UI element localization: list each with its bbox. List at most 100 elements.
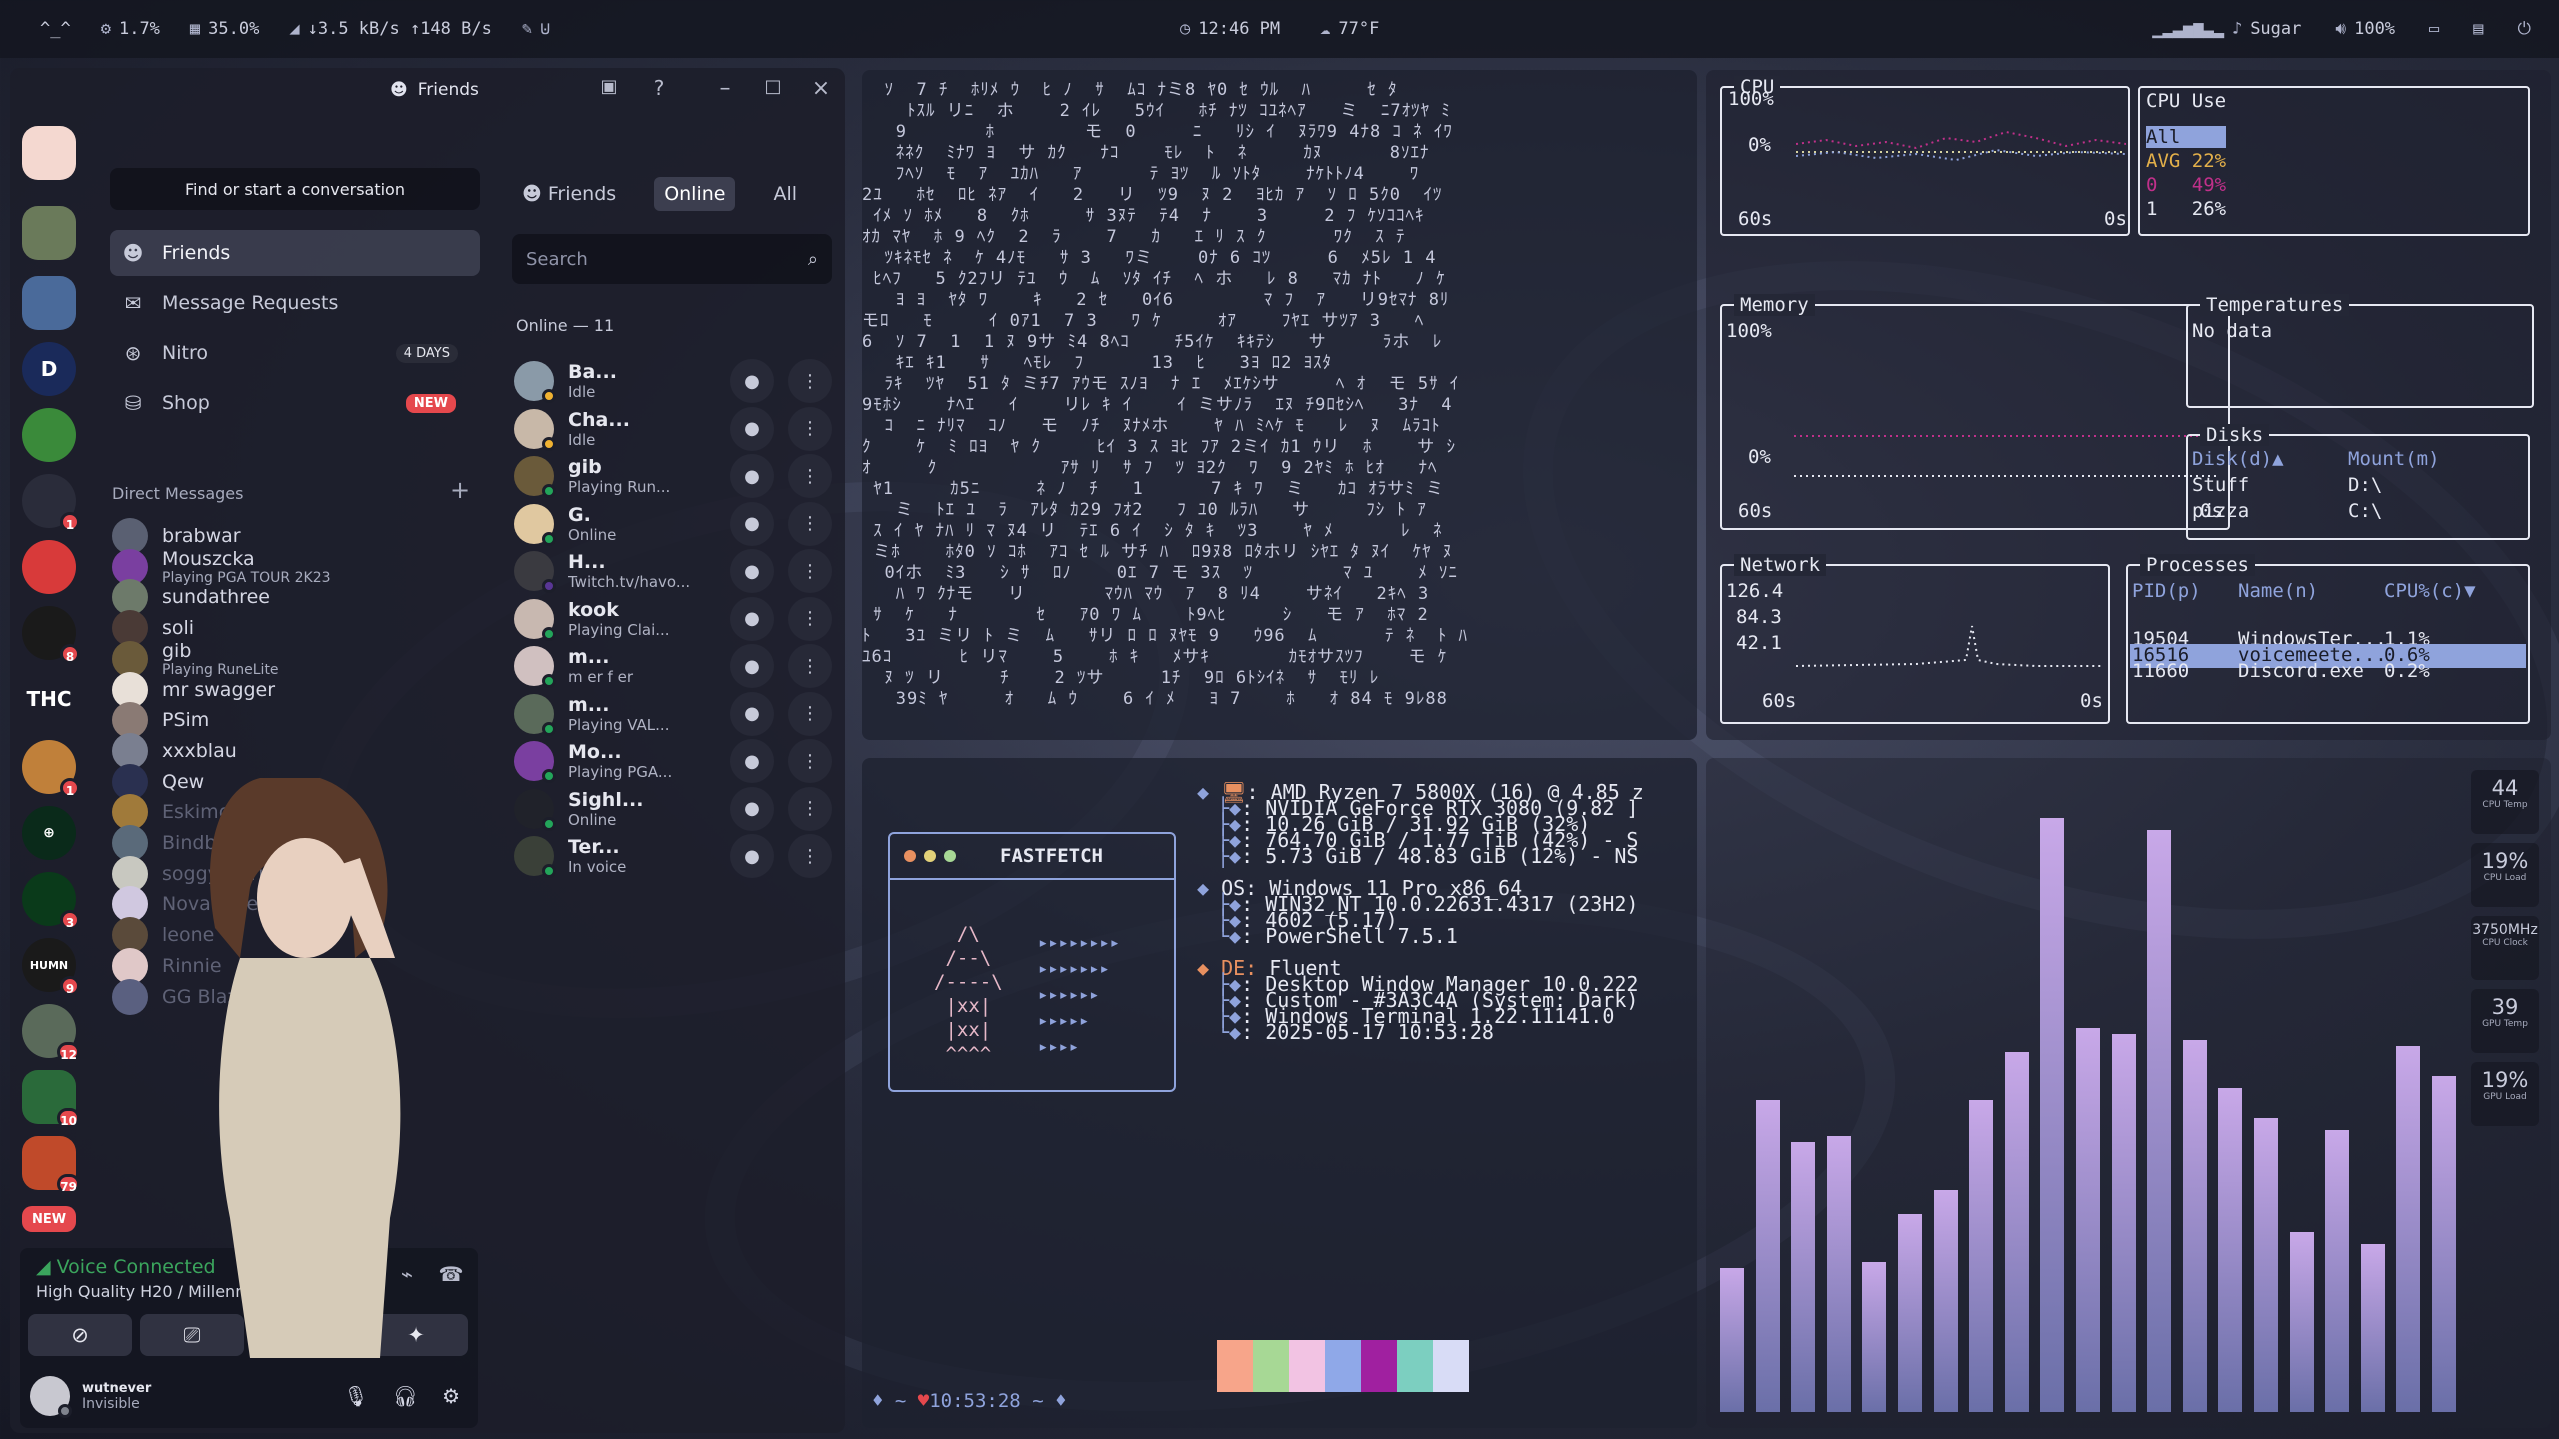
avatar[interactable] xyxy=(30,1376,72,1418)
media-widget[interactable]: ▁▂▃▅▆▃▂ ♪ Sugar xyxy=(2152,19,2301,39)
home-button[interactable] xyxy=(22,126,76,180)
tab-all[interactable]: All xyxy=(763,177,807,211)
hw-widget[interactable]: 19% GPU Load xyxy=(2471,1062,2539,1126)
hw-widget[interactable]: 3750MHz CPU Clock xyxy=(2471,916,2539,980)
more-options-icon[interactable]: ⋮ xyxy=(788,454,832,498)
maximize-button[interactable]: □ xyxy=(758,76,788,97)
ram-widget[interactable]: ▦ 35.0% xyxy=(190,19,259,39)
message-icon[interactable]: ● xyxy=(730,359,774,403)
headphones-icon[interactable]: 🎧︎ xyxy=(393,1384,418,1408)
server-icon[interactable]: 8 xyxy=(22,606,80,664)
server-icon[interactable] xyxy=(22,276,76,330)
shop-new-pill: NEW xyxy=(405,393,456,413)
disconnect-icon[interactable]: ☎ xyxy=(436,1262,466,1286)
server-folder[interactable]: 79 xyxy=(22,1136,80,1194)
weather-widget[interactable]: ☁ 77°F xyxy=(1320,19,1379,39)
server-icon[interactable]: 1 xyxy=(22,474,80,532)
server-icon[interactable]: THC xyxy=(22,672,76,726)
hw-widget[interactable]: 19% CPU Load xyxy=(2471,843,2539,907)
more-options-icon[interactable]: ⋮ xyxy=(788,359,832,403)
tab-friends[interactable]: ☻ Friends xyxy=(512,177,626,211)
more-options-icon[interactable]: ⋮ xyxy=(788,549,832,593)
disks-header-mount[interactable]: Mount(m) xyxy=(2348,448,2440,470)
more-options-icon[interactable]: ⋮ xyxy=(788,406,832,451)
server-icon[interactable]: 12 xyxy=(22,1004,80,1062)
network-axis-left: 60s xyxy=(1762,690,1797,712)
more-options-icon[interactable]: ⋮ xyxy=(788,596,832,641)
disks-header-disk[interactable]: Disk(d)▲ xyxy=(2192,448,2284,470)
add-dm-icon[interactable]: + xyxy=(450,476,470,504)
tab-online[interactable]: Online xyxy=(654,177,736,211)
message-icon[interactable]: ● xyxy=(730,454,774,498)
minimize-button[interactable]: – xyxy=(710,76,740,101)
server-icon[interactable]: ⊕ xyxy=(22,806,76,860)
memory-box: Memory 100% 0% 60s 0s xyxy=(1720,294,2230,530)
cpu-widget[interactable]: ⚙ 1.7% xyxy=(101,19,160,39)
hw-widget[interactable]: 44 CPU Temp xyxy=(2471,770,2539,834)
volume-widget[interactable]: 🔊︎ 100% xyxy=(2335,19,2395,39)
message-icon[interactable]: ● xyxy=(730,549,774,593)
new-badge[interactable]: NEW xyxy=(22,1206,76,1232)
more-options-icon[interactable]: ⋮ xyxy=(788,691,832,736)
server-icon[interactable] xyxy=(22,206,76,260)
clock-widget[interactable]: ◷ 12:46 PM xyxy=(1180,19,1280,39)
process-row[interactable]: 11660 Discord.exe 0.2% xyxy=(2130,660,2526,684)
visualizer-bar xyxy=(1969,1100,1994,1412)
message-icon[interactable]: ● xyxy=(730,501,774,546)
user-info[interactable]: wutnever Invisible xyxy=(82,1381,151,1412)
shell-prompt[interactable]: ♦ ~ ♥10:53:28 ~ ♦ xyxy=(872,1390,1067,1412)
close-button[interactable]: × xyxy=(806,76,836,101)
friend-row[interactable]: Ter... In voice ● ⋮ xyxy=(514,826,832,886)
tray-button[interactable]: ▤ xyxy=(2473,19,2483,39)
nav-shop[interactable]: ⛁ Shop NEW xyxy=(110,380,480,426)
help-icon[interactable]: ? xyxy=(644,76,674,100)
friend-info: gib Playing Run... xyxy=(568,456,716,496)
server-folder[interactable]: 10 xyxy=(22,1070,80,1128)
message-icon[interactable]: ● xyxy=(730,596,774,641)
network-widget[interactable]: ◢ ↓3.5 kB/s ↑148 B/s xyxy=(289,19,491,39)
friends-search-input[interactable]: Search ⌕ xyxy=(512,234,832,284)
edit-widget[interactable]: ✎ ⊍ xyxy=(522,19,551,39)
disk-name: pizza xyxy=(2192,500,2250,522)
more-options-icon[interactable]: ⋮ xyxy=(788,501,832,546)
signal-icon: ◢ xyxy=(36,1256,57,1278)
more-options-icon[interactable]: ⋮ xyxy=(788,644,832,688)
message-icon[interactable]: ● xyxy=(730,691,774,736)
camera-button[interactable]: ⊘ xyxy=(28,1314,132,1356)
workspace-indicator[interactable]: ^_^ xyxy=(40,19,71,39)
proc-header-name[interactable]: Name(n) xyxy=(2238,580,2318,602)
settings-icon[interactable]: ⚙ xyxy=(442,1384,460,1408)
message-icon[interactable]: ● xyxy=(730,644,774,688)
window-title: ☻ Friends xyxy=(390,80,479,100)
message-icon[interactable]: ● xyxy=(730,786,774,831)
server-icon[interactable]: D xyxy=(22,342,76,396)
power-icon: ⏻ xyxy=(2517,19,2531,39)
server-icon[interactable]: 1 xyxy=(22,740,80,798)
desktop-button[interactable]: ▭ xyxy=(2429,19,2439,39)
server-icon[interactable] xyxy=(22,408,76,462)
inbox-icon[interactable]: ▣ xyxy=(594,76,624,97)
friend-info: Ba... Idle xyxy=(568,361,716,401)
more-options-icon[interactable]: ⋮ xyxy=(788,786,832,831)
microphone-icon[interactable]: 🎙︎ xyxy=(343,1384,368,1408)
server-icon[interactable] xyxy=(22,540,76,594)
server-icon[interactable]: HUMN 9 xyxy=(22,938,80,996)
power-button[interactable]: ⏻ xyxy=(2518,19,2531,39)
nav-message-requests[interactable]: ✉ Message Requests xyxy=(110,280,480,326)
find-conversation-button[interactable]: Find or start a conversation xyxy=(110,168,480,210)
cpu-use-row[interactable]: All xyxy=(2146,126,2226,148)
nav-friends[interactable]: ☻ Friends xyxy=(110,230,480,276)
visualizer-bar xyxy=(1720,1268,1744,1412)
server-label: THC xyxy=(26,687,72,711)
proc-header-pid[interactable]: PID(p) xyxy=(2132,580,2201,602)
friend-status: In voice xyxy=(568,858,627,876)
nav-nitro[interactable]: ⊛ Nitro 4 DAYS xyxy=(110,330,480,376)
message-icon[interactable]: ● xyxy=(730,739,774,783)
server-icon[interactable]: 3 xyxy=(22,872,80,930)
hw-widget[interactable]: 39 GPU Temp xyxy=(2471,989,2539,1053)
message-icon[interactable]: ● xyxy=(730,406,774,451)
more-options-icon[interactable]: ⋮ xyxy=(788,739,832,783)
message-icon[interactable]: ● xyxy=(730,834,774,878)
proc-header-cpu[interactable]: CPU%(c)▼ xyxy=(2384,580,2476,602)
more-options-icon[interactable]: ⋮ xyxy=(788,834,832,878)
